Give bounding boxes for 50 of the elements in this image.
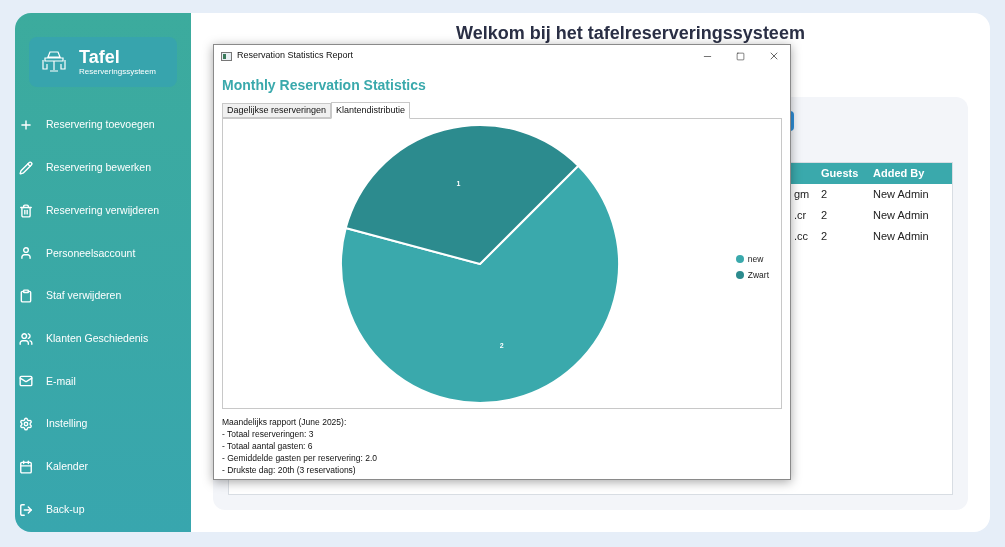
table-cell-text: 2: [821, 208, 829, 224]
table-cell-text: gm: [794, 187, 811, 203]
page-title: Welkom bij het tafelreserveringssysteem: [455, 22, 806, 43]
maximize-icon: [736, 51, 745, 61]
pencil-icon: [19, 161, 33, 176]
sidebar-item[interactable]: Reservering toevoegen: [15, 104, 191, 147]
calendar-icon: [19, 459, 33, 474]
user-icon: [19, 246, 33, 261]
report-line: Maandelijks rapport (June 2025):: [222, 416, 348, 428]
table-cell-text: 2: [821, 187, 829, 203]
table-cell-text: .cr: [794, 208, 808, 224]
sidebar-item[interactable]: Personeelsaccount: [15, 232, 191, 275]
column-header: Guests: [821, 166, 860, 182]
report-heading: Monthly Reservation Statistics: [222, 76, 427, 95]
legend-dot: [735, 271, 744, 280]
window-title: Reservation Statistics Report: [237, 49, 354, 63]
report-line: - Totaal reserveringen: 3: [222, 428, 315, 440]
table-cell-text: 2: [821, 229, 829, 245]
settings-icon: [19, 417, 33, 432]
clipboard-icon: [19, 289, 33, 304]
report-line: - Gemiddelde gasten per reservering: 2.0: [222, 452, 378, 464]
table-cell-text: New Admin: [873, 187, 929, 203]
app-title: Tafel: [79, 47, 121, 67]
mail-icon: [19, 374, 33, 389]
sidebar-item[interactable]: Staf verwijderen: [15, 274, 191, 318]
users-icon: [19, 331, 33, 346]
app-subtitle: Reserveringssysteem: [79, 67, 156, 77]
legend-dot: [735, 255, 744, 264]
table-cell-text: New Admin: [873, 229, 929, 245]
tab[interactable]: Dagelijkse reserveringen: [222, 103, 332, 118]
sidebar-item[interactable]: Kalender: [15, 445, 191, 489]
table-cell-text: .cc: [794, 229, 810, 245]
logout-icon: [19, 502, 33, 517]
legend-label: Zwart: [747, 268, 769, 282]
plus-icon: [19, 118, 33, 133]
sidebar-item[interactable]: Instelling: [15, 402, 191, 446]
trash-icon: [19, 203, 33, 218]
sidebar-item[interactable]: Back-up: [15, 488, 191, 531]
column-header: Added By: [873, 166, 925, 182]
sidebar-item[interactable]: Reservering verwijderen: [15, 189, 191, 233]
legend-label: new: [747, 253, 764, 266]
sidebar-item[interactable]: E-mail: [15, 360, 191, 403]
table-icon: [41, 50, 67, 74]
report-line: - Drukste dag: 20th (3 reservations): [222, 464, 357, 476]
window-icon: [221, 51, 232, 61]
sidebar-item[interactable]: Klanten Geschiedenis: [15, 317, 191, 361]
tab[interactable]: Klantendistributie: [331, 102, 411, 119]
table-cell-text: New Admin: [873, 208, 929, 224]
report-line: - Totaal aantal gasten: 6: [222, 440, 314, 452]
sidebar-item[interactable]: Reservering bewerken: [15, 146, 191, 190]
